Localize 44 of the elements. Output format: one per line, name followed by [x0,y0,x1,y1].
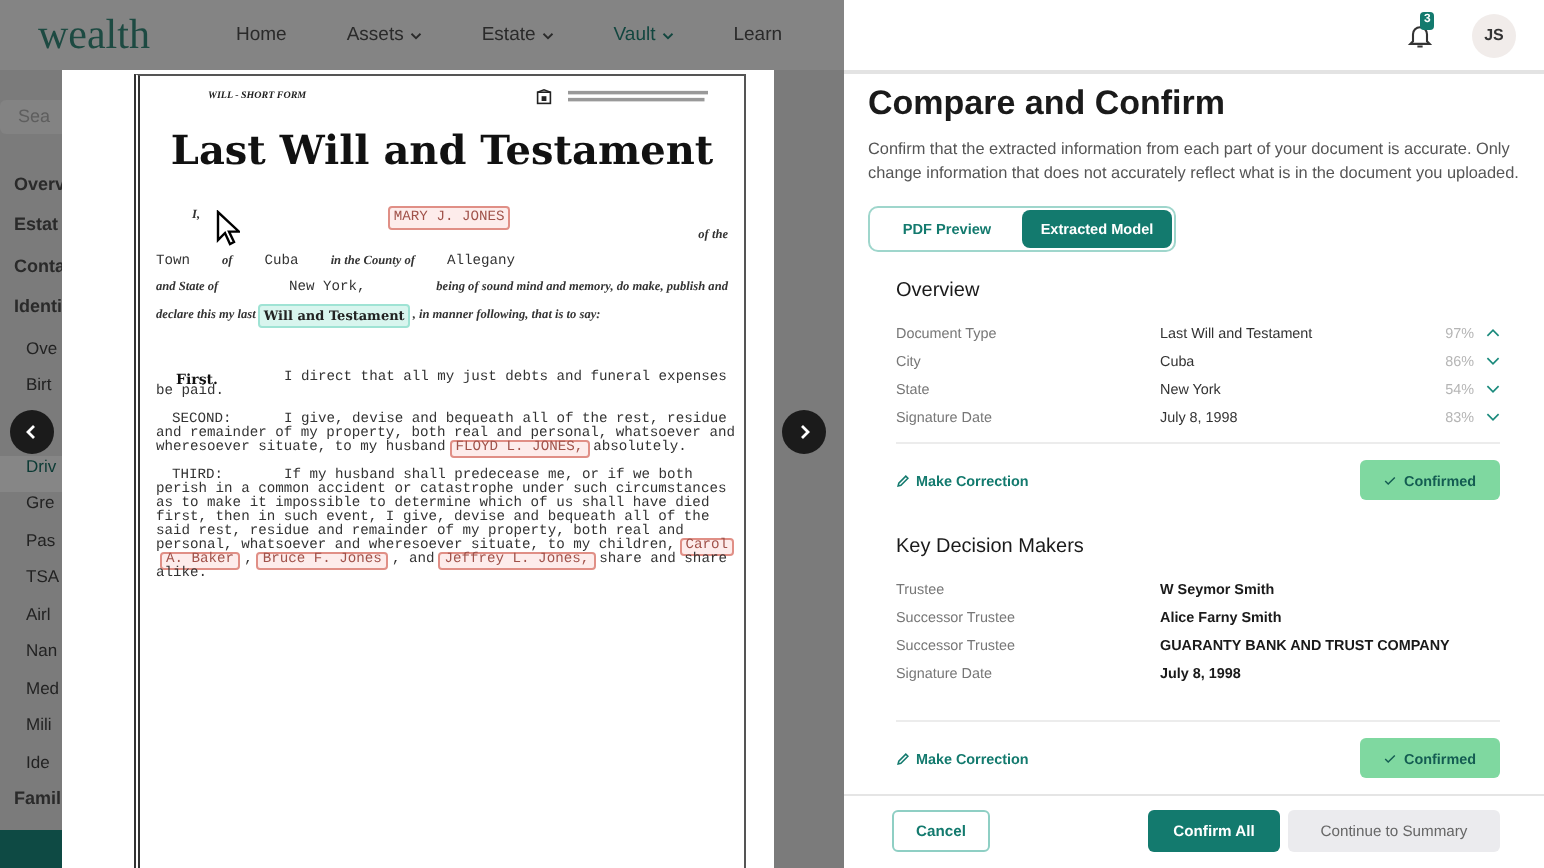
sidebar-item[interactable]: Ove [0,337,62,375]
sidebar-item[interactable]: Driv [0,455,62,493]
sidebar-item[interactable]: Nan [0,640,62,678]
chevron-down-icon[interactable] [1486,355,1500,365]
previous-arrow-button[interactable] [10,410,54,454]
nav-link[interactable]: Vault [613,24,674,46]
sidebar-item[interactable]: Birt [0,374,62,412]
chevron-down-icon[interactable] [1486,383,1500,393]
next-arrow-button[interactable] [782,410,826,454]
page-title: Compare and Confirm [868,82,1228,126]
check-icon [1384,475,1397,485]
sidebar-item[interactable]: Identi [0,296,62,338]
chevron-down-icon[interactable] [1486,411,1500,421]
mouse-cursor-icon [216,210,240,246]
sidebar-item[interactable]: Med [0,677,62,715]
sidebar-item[interactable]: Ide [0,751,62,789]
document-title: Last Will and Testament [168,126,716,174]
nav-link[interactable]: Learn [733,24,783,46]
sidebar-item[interactable]: Famil [0,788,62,830]
section-title: Key Decision Makers [896,534,1086,562]
logo[interactable]: wealth [38,10,150,60]
section-title: Overview [896,278,982,306]
sidebar-item[interactable]: Mili [0,714,62,752]
sidebar-footer-bar[interactable] [0,829,62,868]
pencil-icon [896,751,910,765]
chevron-down-icon [541,31,554,39]
chevron-down-icon [661,31,674,39]
nav-link[interactable]: Home [235,24,287,46]
page-description: Confirm that the extracted information from each part of your document is accurate. Only change information that does not accurately reflect what is in the document you uploaded. [868,138,1520,186]
sidebar-item[interactable]: Pas [0,529,62,567]
user-avatar[interactable]: JS [1472,13,1516,57]
sidebar-item[interactable]: Estat [0,214,62,256]
bell-icon[interactable] [1406,21,1434,49]
chevron-down-icon [409,31,422,39]
sidebar-item[interactable]: Overv [0,173,62,215]
sidebar-item[interactable]: Gre [0,492,62,530]
pencil-icon [896,473,910,487]
sidebar-item[interactable]: TSA [0,566,62,604]
nav-link[interactable]: Estate [481,24,554,46]
check-icon [1384,753,1397,763]
chevron-up-icon[interactable] [1486,327,1500,337]
building-icon [536,88,552,106]
nav-link[interactable]: Assets [346,24,422,46]
sidebar-item[interactable]: Airl [0,603,62,641]
